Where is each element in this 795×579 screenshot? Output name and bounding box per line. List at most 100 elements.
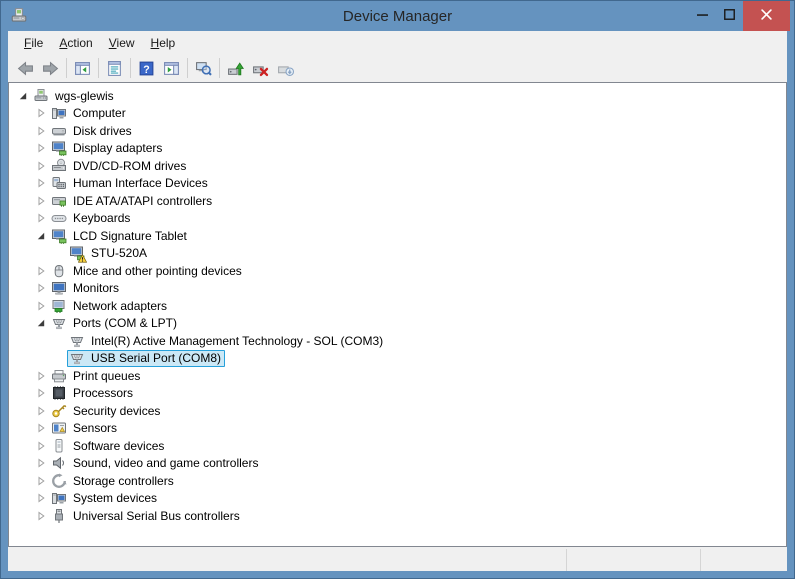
collapse-expander-icon[interactable]: [17, 90, 28, 101]
tree-item-ide-ata-atapi-controllers[interactable]: IDE ATA/ATAPI controllers: [9, 192, 786, 210]
collapse-expander-icon[interactable]: [35, 318, 46, 329]
tree-item-display-adapters[interactable]: Display adapters: [9, 140, 786, 158]
tree-item-usb-serial-port-com8[interactable]: USB Serial Port (COM8): [9, 349, 786, 368]
scan-for-hardware-changes-icon: [195, 60, 212, 77]
tree-item-network-adapters[interactable]: Network adapters: [9, 297, 786, 315]
tree-item-keyboards[interactable]: Keyboards: [9, 210, 786, 228]
expand-expander-icon[interactable]: [35, 160, 46, 171]
update-driver-button[interactable]: [223, 56, 248, 80]
tree-item-content[interactable]: Mice and other pointing devices: [49, 262, 246, 279]
dvd-drive-icon: [51, 158, 67, 174]
tree-item-content[interactable]: Human Interface Devices: [49, 175, 212, 192]
tree-item-content[interactable]: Universal Serial Bus controllers: [49, 507, 244, 524]
tree-item-content[interactable]: Storage controllers: [49, 472, 178, 489]
expand-expander-icon[interactable]: [35, 370, 46, 381]
scan-for-hardware-changes-button[interactable]: [191, 56, 216, 80]
tree-item-disk-drives[interactable]: Disk drives: [9, 122, 786, 140]
tree-item-stu-520a[interactable]: STU-520A: [9, 245, 786, 263]
tree-item-label: Mice and other pointing devices: [73, 263, 242, 278]
expand-expander-icon[interactable]: [35, 440, 46, 451]
tree-item-content[interactable]: IDE ATA/ATAPI controllers: [49, 192, 216, 209]
expand-expander-icon[interactable]: [35, 143, 46, 154]
help-button[interactable]: ?: [134, 56, 159, 80]
properties-button[interactable]: [102, 56, 127, 80]
tree-item-content[interactable]: STU-520A: [67, 245, 151, 263]
title-bar[interactable]: Device Manager: [1, 1, 794, 31]
expand-expander-icon[interactable]: [35, 300, 46, 311]
show-hide-console-tree-button[interactable]: [70, 56, 95, 80]
expand-expander-icon[interactable]: [35, 265, 46, 276]
expand-expander-icon[interactable]: [35, 510, 46, 521]
tree-item-content[interactable]: Computer: [49, 105, 130, 122]
collapse-expander-icon[interactable]: [35, 230, 46, 241]
tree-item-content[interactable]: Print queues: [49, 367, 144, 384]
tree-item-content[interactable]: wgs-glewis: [31, 87, 118, 104]
expand-expander-icon[interactable]: [35, 108, 46, 119]
back-button[interactable]: [13, 56, 38, 80]
tree-item-ports-com-lpt[interactable]: Ports (COM & LPT): [9, 315, 786, 333]
tree-item-content[interactable]: Disk drives: [49, 122, 136, 139]
tree-item-wgs-glewis[interactable]: wgs-glewis: [9, 87, 786, 105]
storage-controller-icon: [51, 473, 67, 489]
minimize-icon: [697, 7, 708, 25]
tree-item-storage-controllers[interactable]: Storage controllers: [9, 472, 786, 490]
expand-expander-icon[interactable]: [35, 458, 46, 469]
expand-expander-icon[interactable]: [35, 493, 46, 504]
show-hide-action-pane-button[interactable]: [159, 56, 184, 80]
tree-item-content[interactable]: Processors: [49, 385, 137, 402]
tree-item-intel-r-active-management-technology-sol-com3[interactable]: Intel(R) Active Management Technology - …: [9, 332, 786, 350]
tree-item-lcd-signature-tablet[interactable]: LCD Signature Tablet: [9, 227, 786, 245]
maximize-button[interactable]: [716, 1, 743, 31]
tree-item-content[interactable]: Ports (COM & LPT): [49, 315, 181, 332]
tree-item-label: Processors: [73, 386, 134, 401]
tree-item-content[interactable]: DVD/CD-ROM drives: [49, 157, 190, 174]
tree-item-content[interactable]: Intel(R) Active Management Technology - …: [67, 332, 387, 349]
tree-item-sensors[interactable]: Sensors: [9, 420, 786, 438]
tree-item-content[interactable]: System devices: [49, 490, 161, 507]
tree-item-content[interactable]: LCD Signature Tablet: [49, 227, 191, 244]
tree-item-content[interactable]: Sensors: [49, 420, 121, 437]
expand-expander-icon[interactable]: [35, 125, 46, 136]
selected-tree-item-content[interactable]: USB Serial Port (COM8): [67, 349, 226, 367]
tree-item-software-devices[interactable]: Software devices: [9, 437, 786, 455]
disable-button[interactable]: [273, 56, 298, 80]
network-adapter-icon: [51, 298, 67, 314]
close-button[interactable]: [743, 1, 790, 31]
menu-help[interactable]: Help: [143, 33, 184, 53]
tree-item-human-interface-devices[interactable]: Human Interface Devices: [9, 175, 786, 193]
tree-item-label: LCD Signature Tablet: [73, 228, 187, 243]
tree-item-content[interactable]: Software devices: [49, 437, 168, 454]
menu-file[interactable]: File: [16, 33, 51, 53]
expand-expander-icon[interactable]: [35, 405, 46, 416]
tree-item-content[interactable]: Display adapters: [49, 140, 166, 157]
tree-item-sound-video-and-game-controllers[interactable]: Sound, video and game controllers: [9, 455, 786, 473]
tree-item-content[interactable]: Security devices: [49, 402, 164, 419]
expand-expander-icon[interactable]: [35, 178, 46, 189]
tree-item-universal-serial-bus-controllers[interactable]: Universal Serial Bus controllers: [9, 507, 786, 525]
menu-view[interactable]: View: [101, 33, 143, 53]
tree-item-print-queues[interactable]: Print queues: [9, 367, 786, 385]
expand-expander-icon[interactable]: [35, 213, 46, 224]
tree-item-security-devices[interactable]: Security devices: [9, 402, 786, 420]
minimize-button[interactable]: [689, 1, 716, 31]
tree-item-computer[interactable]: Computer: [9, 105, 786, 123]
tree-item-mice-and-other-pointing-devices[interactable]: Mice and other pointing devices: [9, 262, 786, 280]
expand-expander-icon[interactable]: [35, 283, 46, 294]
tree-item-dvd-cd-rom-drives[interactable]: DVD/CD-ROM drives: [9, 157, 786, 175]
uninstall-button[interactable]: [248, 56, 273, 80]
menu-action[interactable]: Action: [51, 33, 100, 53]
tree-item-content[interactable]: Network adapters: [49, 297, 171, 314]
expand-expander-icon[interactable]: [35, 475, 46, 486]
maximize-icon: [724, 7, 735, 25]
tree-item-system-devices[interactable]: System devices: [9, 490, 786, 508]
computer-station-icon: [33, 88, 49, 104]
expand-expander-icon[interactable]: [35, 388, 46, 399]
tree-item-content[interactable]: Sound, video and game controllers: [49, 455, 262, 472]
forward-button[interactable]: [38, 56, 63, 80]
tree-item-monitors[interactable]: Monitors: [9, 280, 786, 298]
tree-item-processors[interactable]: Processors: [9, 385, 786, 403]
tree-item-content[interactable]: Monitors: [49, 280, 123, 297]
expand-expander-icon[interactable]: [35, 423, 46, 434]
tree-item-content[interactable]: Keyboards: [49, 210, 134, 227]
expand-expander-icon[interactable]: [35, 195, 46, 206]
